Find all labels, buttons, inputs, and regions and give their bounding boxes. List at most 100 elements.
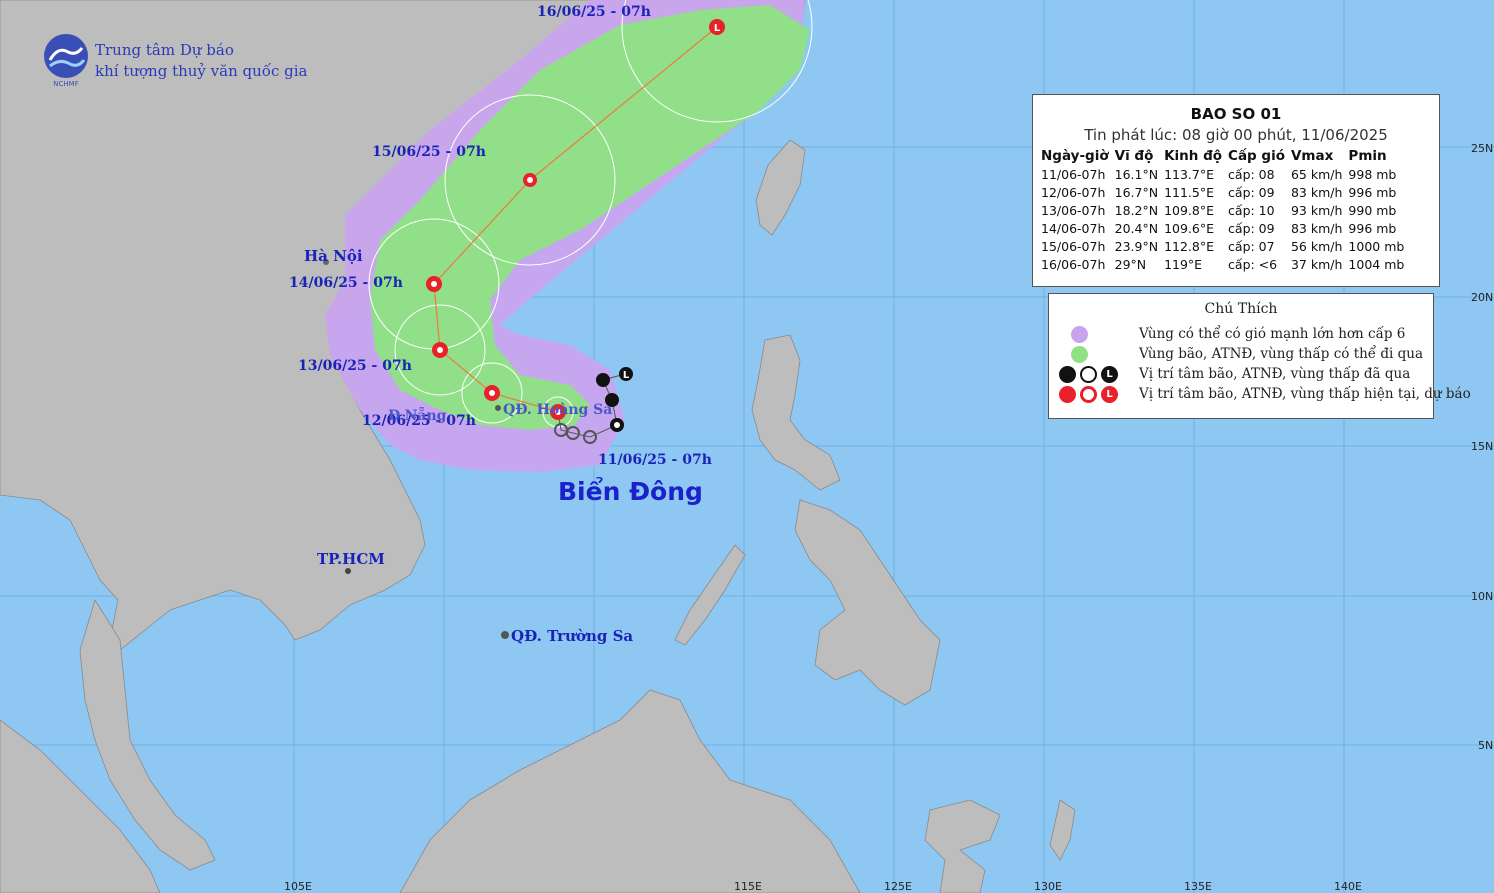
legend-text: Vị trí tâm bão, ATNĐ, vùng thấp hiện tại… (1139, 386, 1471, 402)
cell: cấp: 08 (1228, 167, 1275, 182)
past-depression-icon (1080, 365, 1097, 383)
label-bien-dong: Biển Đông (558, 476, 703, 506)
label-truong-sa: QĐ. Trường Sa (511, 627, 633, 645)
cell: 1004 mb (1348, 257, 1405, 272)
cell: 15/06-07h (1041, 239, 1106, 254)
legend-item-storm-zone: Vùng bão, ATNĐ, vùng thấp có thể đi qua (1059, 344, 1423, 364)
org-line-1: Trung tâm Dự báo (95, 41, 234, 59)
label-11-06: 11/06/25 - 07h (598, 452, 712, 468)
cell: 29°N (1114, 257, 1147, 272)
cell: 119°E (1164, 257, 1203, 272)
lat-25: 25N (1471, 142, 1493, 155)
cell: 16/06-07h (1041, 257, 1106, 272)
issued-time: Tin phát lúc: 08 giờ 00 phút, 11/06/2025 (1084, 126, 1388, 144)
green-dot-icon (1071, 345, 1088, 363)
legend-text: Vùng bão, ATNĐ, vùng thấp có thể đi qua (1139, 346, 1424, 362)
cell: cấp: 09 (1228, 221, 1275, 236)
legend-title: Chú Thích (1204, 301, 1278, 317)
current-low-icon: L (1101, 385, 1118, 403)
table-header-row: Ngày-giờ Vĩ độ Kinh độ Cấp gió Vmax Pmin (1041, 148, 1410, 166)
cell: 56 km/h (1290, 239, 1343, 254)
cell: 11/06-07h (1041, 167, 1106, 182)
legend-item-past-positions: L Vị trí tâm bão, ATNĐ, vùng thấp đã qua (1059, 364, 1410, 384)
lat-20: 20N (1471, 291, 1493, 304)
cell: 990 mb (1348, 203, 1397, 218)
label-16-06: 16/06/25 - 07h (537, 4, 651, 20)
lon-105: 105E (284, 880, 312, 893)
table-row: 16/06-07h 29°N 119°E cấp: <6 37 km/h 1004 mb (1041, 256, 1410, 274)
label-hcm: TP.HCM (317, 550, 385, 568)
nchmf-logo-icon: NCHMF (44, 34, 88, 88)
cell: cấp: 07 (1228, 239, 1275, 254)
org-line-2: khí tượng thuỷ văn quốc gia (95, 62, 308, 80)
cell: 37 km/h (1290, 257, 1343, 272)
cell: cấp: <6 (1228, 257, 1278, 272)
label-14-06: 14/06/25 - 07h (289, 275, 403, 291)
cell: 23.9°N (1114, 239, 1159, 254)
table-row: 12/06-07h 16.7°N 111.5°E cấp: 09 83 km/h 996 … (1041, 184, 1410, 202)
header-vmax: Vmax (1290, 148, 1334, 164)
table-row: 13/06-07h 18.2°N 109.8°E cấp: 10 93 km/h 990 … (1041, 202, 1410, 220)
cell: 14/06-07h (1041, 221, 1106, 236)
label-15-06: 15/06/25 - 07h (372, 144, 486, 160)
truong-sa-marker (501, 631, 509, 639)
table-row: 15/06-07h 23.9°N 112.8°E cấp: 07 56 km/h 1000… (1041, 238, 1410, 256)
legend-item-current-positions: L Vị trí tâm bão, ATNĐ, vùng thấp hiện t… (1059, 384, 1471, 404)
lon-115: 115E (734, 880, 762, 893)
storm-info-panel: BAO SO 01 Tin phát lúc: 08 giờ 00 phút, … (1032, 94, 1440, 287)
lon-135: 135E (1184, 880, 1212, 893)
svg-text:NCHMF: NCHMF (53, 80, 78, 88)
cell: 16.7°N (1114, 185, 1159, 200)
cell: cấp: 09 (1228, 185, 1275, 200)
label-13-06: 13/06/25 - 07h (298, 358, 412, 374)
lon-125: 125E (884, 880, 912, 893)
cell: 83 km/h (1290, 221, 1343, 236)
header-pmin: Pmin (1348, 148, 1387, 164)
svg-text:L: L (623, 370, 630, 381)
storm-table: Ngày-giờ Vĩ độ Kinh độ Cấp gió Vmax Pmin… (1041, 148, 1410, 274)
table-row: 11/06-07h 16.1°N 113.7°E cấp: 08 65 km/h 998 … (1041, 166, 1410, 184)
cell: 13/06-07h (1041, 203, 1106, 218)
label-da-nang: Đ.Nẵng (388, 405, 447, 424)
cell: 998 mb (1348, 167, 1397, 182)
legend-text: Vùng có thể có gió mạnh lớn hơn cấp 6 (1139, 326, 1406, 342)
label-hoang-sa: QĐ. Hoàng Sa (503, 402, 612, 418)
svg-text:L: L (714, 23, 721, 34)
legend-text: Vị trí tâm bão, ATNĐ, vùng thấp đã qua (1139, 366, 1411, 382)
hcm-marker (345, 568, 351, 574)
cell: 18.2°N (1114, 203, 1159, 218)
current-depression-icon (1080, 385, 1097, 403)
lat-5: 5N (1478, 739, 1493, 752)
purple-dot-icon (1071, 325, 1088, 343)
cell: 113.7°E (1164, 167, 1215, 182)
storm-title: BAO SO 01 (1190, 105, 1282, 123)
label-hanoi: Hà Nội (304, 247, 363, 265)
cell: 996 mb (1348, 185, 1397, 200)
past-low-icon: L (1101, 365, 1118, 383)
legend-panel: Chú Thích Vùng có thể có gió mạnh lớn hơ… (1048, 293, 1471, 419)
cell: 12/06-07h (1041, 185, 1106, 200)
header-lon: Kinh độ (1164, 148, 1223, 164)
table-row: 14/06-07h 20.4°N 109.6°E cấp: 09 83 km/h 996 … (1041, 220, 1410, 238)
header-lat: Vĩ độ (1114, 148, 1154, 164)
cell: 1000 mb (1348, 239, 1405, 254)
lon-140: 140E (1334, 880, 1362, 893)
cell: 83 km/h (1290, 185, 1343, 200)
cell: 20.4°N (1114, 221, 1159, 236)
cell: 996 mb (1348, 221, 1397, 236)
cell: cấp: 10 (1228, 203, 1275, 218)
cell: 93 km/h (1290, 203, 1343, 218)
cell: 111.5°E (1164, 185, 1215, 200)
past-storm-icon (1059, 365, 1076, 383)
cell: 65 km/h (1290, 167, 1343, 182)
cell: 109.6°E (1164, 221, 1215, 236)
lat-15: 15N (1471, 440, 1493, 453)
cell: 112.8°E (1164, 239, 1215, 254)
header-datetime: Ngày-giờ (1041, 148, 1109, 164)
organization-name: Trung tâm Dự báo khí tượng thuỷ văn quốc… (95, 40, 307, 82)
lon-130: 130E (1034, 880, 1062, 893)
legend-item-wind-zone: Vùng có thể có gió mạnh lớn hơn cấp 6 (1059, 324, 1405, 344)
current-storm-icon (1059, 385, 1076, 403)
cell: 109.8°E (1164, 203, 1215, 218)
hoang-sa-marker (495, 405, 501, 411)
